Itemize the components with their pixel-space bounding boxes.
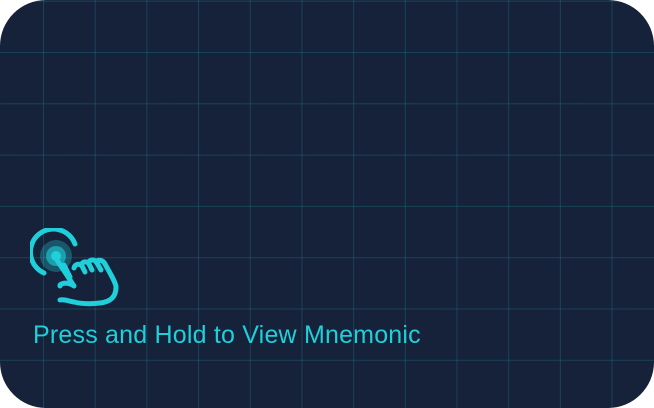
press-and-hold-hand-icon <box>30 228 119 307</box>
press-and-hold-label: Press and Hold to View Mnemonic <box>33 321 421 349</box>
press-and-hold-reveal-area[interactable]: Press and Hold to View Mnemonic <box>0 0 654 408</box>
